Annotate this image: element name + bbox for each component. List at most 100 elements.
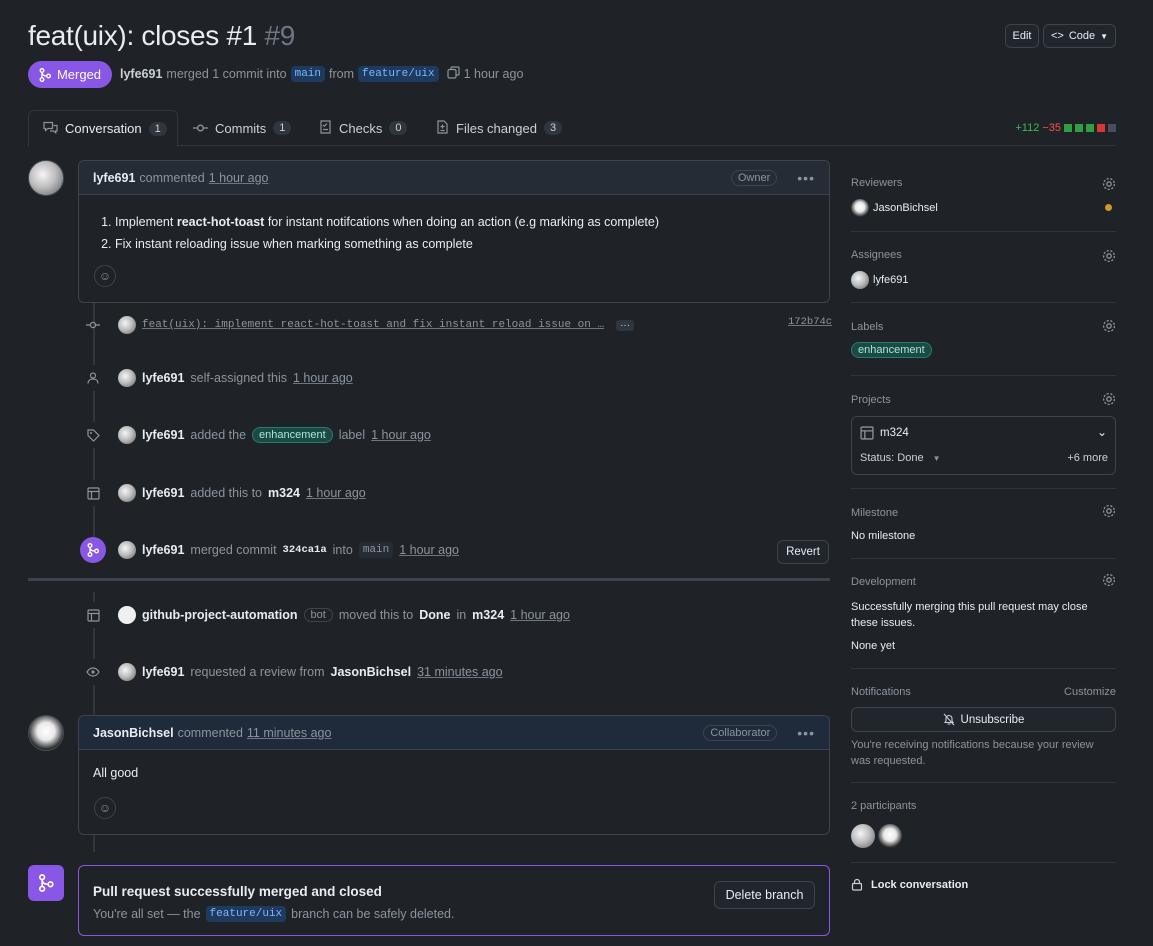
chevron-down-icon[interactable]: ⌄ bbox=[1097, 425, 1107, 439]
github-logo-icon[interactable] bbox=[118, 606, 136, 624]
comment-time[interactable]: 11 minutes ago bbox=[247, 726, 332, 740]
lock-conversation-link[interactable]: Lock conversation bbox=[851, 878, 968, 891]
event-user[interactable]: lyfe691 bbox=[142, 428, 184, 442]
add-reaction-button[interactable]: ☺ bbox=[94, 797, 116, 819]
commit-message-link[interactable]: feat(uix): implement react-hot-toast and… bbox=[142, 319, 604, 331]
diffstat-block bbox=[1086, 124, 1094, 132]
avatar[interactable] bbox=[118, 663, 136, 681]
avatar[interactable] bbox=[118, 369, 136, 387]
gear-icon[interactable] bbox=[1102, 392, 1116, 406]
gear-icon[interactable] bbox=[1102, 177, 1116, 191]
table-icon bbox=[80, 480, 106, 506]
event-user[interactable]: lyfe691 bbox=[142, 665, 184, 679]
project-link[interactable]: m324 bbox=[472, 608, 504, 622]
sidebar-heading[interactable]: Milestone bbox=[851, 507, 898, 519]
add-reaction-button[interactable]: ☺ bbox=[94, 265, 116, 287]
tab-label: Files changed bbox=[456, 120, 537, 136]
event-time[interactable]: 1 hour ago bbox=[306, 486, 366, 500]
merge-commit-sha[interactable]: 324ca1a bbox=[283, 544, 327, 556]
avatar[interactable] bbox=[118, 484, 136, 502]
code-button[interactable]: <> Code ▼ bbox=[1043, 24, 1116, 48]
project-status[interactable]: Status: Done ▼ bbox=[860, 452, 941, 464]
diffstat[interactable]: +112 −35 bbox=[1015, 122, 1116, 134]
development-none: None yet bbox=[851, 640, 896, 652]
event-time[interactable]: 1 hour ago bbox=[371, 428, 431, 442]
gear-icon[interactable] bbox=[1102, 319, 1116, 333]
conversation-icon bbox=[43, 121, 58, 137]
gear-icon[interactable] bbox=[1102, 573, 1116, 587]
list-item: Implement react-hot-toast for instant no… bbox=[115, 211, 659, 233]
sidebar-heading[interactable]: Assignees bbox=[851, 249, 902, 261]
event-time[interactable]: 1 hour ago bbox=[293, 371, 353, 385]
comment-time[interactable]: 1 hour ago bbox=[209, 171, 269, 185]
sidebar-heading[interactable]: Labels bbox=[851, 321, 883, 333]
avatar[interactable] bbox=[851, 271, 869, 289]
bell-slash-icon bbox=[943, 713, 954, 726]
gear-icon[interactable] bbox=[1102, 504, 1116, 518]
kebab-menu-icon[interactable]: ••• bbox=[797, 170, 815, 186]
unsubscribe-button[interactable]: Unsubscribe bbox=[851, 707, 1116, 732]
comment-author[interactable]: lyfe691 bbox=[93, 171, 135, 185]
base-branch[interactable]: main bbox=[290, 66, 325, 82]
event-user[interactable]: lyfe691 bbox=[142, 486, 184, 500]
commit-sha-link[interactable]: 172b74c bbox=[788, 316, 832, 328]
event-text: self-assigned this bbox=[190, 371, 287, 385]
avatar[interactable] bbox=[28, 715, 64, 751]
avatar[interactable] bbox=[851, 824, 875, 848]
avatar[interactable] bbox=[28, 160, 64, 196]
event-time[interactable]: 1 hour ago bbox=[510, 608, 570, 622]
sidebar-milestone: Milestone No milestone bbox=[851, 489, 1116, 559]
avatar[interactable] bbox=[851, 199, 869, 217]
diffstat-block bbox=[1108, 124, 1116, 132]
sidebar-heading[interactable]: Projects bbox=[851, 394, 891, 406]
avatar[interactable] bbox=[118, 541, 136, 559]
project-link[interactable]: m324 bbox=[268, 486, 300, 500]
head-branch[interactable]: feature/uix bbox=[358, 66, 439, 82]
event-text: moved this to bbox=[338, 608, 414, 622]
sidebar-participants: 2 participants bbox=[851, 783, 1116, 863]
merged-status-badge: Merged bbox=[28, 61, 112, 88]
pr-author-link[interactable]: lyfe691 bbox=[120, 67, 162, 81]
event-user[interactable]: lyfe691 bbox=[142, 543, 184, 557]
diffstat-block bbox=[1064, 124, 1072, 132]
edit-button[interactable]: Edit bbox=[1005, 24, 1039, 48]
comment-author[interactable]: JasonBichsel bbox=[93, 726, 174, 740]
event-user[interactable]: github-project-automation bbox=[142, 608, 298, 622]
event-time[interactable]: 31 minutes ago bbox=[417, 665, 502, 679]
tab-count: 1 bbox=[148, 121, 167, 136]
avatar[interactable] bbox=[878, 824, 902, 848]
label-pill[interactable]: enhancement bbox=[252, 427, 333, 443]
gear-icon[interactable] bbox=[1102, 249, 1116, 263]
copy-icon[interactable] bbox=[447, 66, 460, 82]
event-user[interactable]: lyfe691 bbox=[142, 371, 184, 385]
avatar[interactable] bbox=[118, 426, 136, 444]
tab-conversation[interactable]: Conversation 1 bbox=[28, 110, 178, 147]
tab-files-changed[interactable]: Files changed 3 bbox=[422, 110, 576, 146]
avatar[interactable] bbox=[118, 316, 136, 334]
reviewer-link[interactable]: JasonBichsel bbox=[331, 665, 412, 679]
sidebar-heading[interactable]: Reviewers bbox=[851, 177, 902, 189]
delete-branch-button[interactable]: Delete branch bbox=[714, 881, 815, 909]
tab-commits[interactable]: Commits 1 bbox=[179, 110, 305, 146]
customize-link[interactable]: Customize bbox=[1064, 686, 1116, 698]
kebab-menu-icon[interactable]: ••• bbox=[797, 725, 815, 741]
expand-commit-button[interactable]: ··· bbox=[616, 319, 635, 331]
event-text: added this to bbox=[190, 486, 262, 500]
revert-button[interactable]: Revert bbox=[777, 540, 829, 564]
role-badge: Collaborator bbox=[703, 724, 778, 741]
more-projects-link[interactable]: +6 more bbox=[1067, 452, 1108, 464]
project-status-event: github-project-automation bot moved this… bbox=[80, 602, 570, 628]
sidebar-heading: 2 participants bbox=[851, 800, 917, 812]
assignee-name[interactable]: lyfe691 bbox=[873, 274, 908, 286]
reviewer-name[interactable]: JasonBichsel bbox=[873, 202, 938, 214]
diffstat-block bbox=[1097, 124, 1105, 132]
branch-pill[interactable]: main bbox=[358, 542, 394, 558]
tab-count: 3 bbox=[543, 121, 563, 135]
branch-pill[interactable]: feature/uix bbox=[205, 906, 287, 922]
event-time[interactable]: 1 hour ago bbox=[399, 543, 459, 557]
tab-checks[interactable]: Checks 0 bbox=[305, 110, 421, 146]
label-pill[interactable]: enhancement bbox=[851, 342, 932, 358]
sidebar-heading[interactable]: Development bbox=[851, 576, 916, 588]
project-name[interactable]: m324 bbox=[880, 427, 909, 439]
pr-title: feat(uix): closes #1 #9 bbox=[28, 20, 295, 52]
